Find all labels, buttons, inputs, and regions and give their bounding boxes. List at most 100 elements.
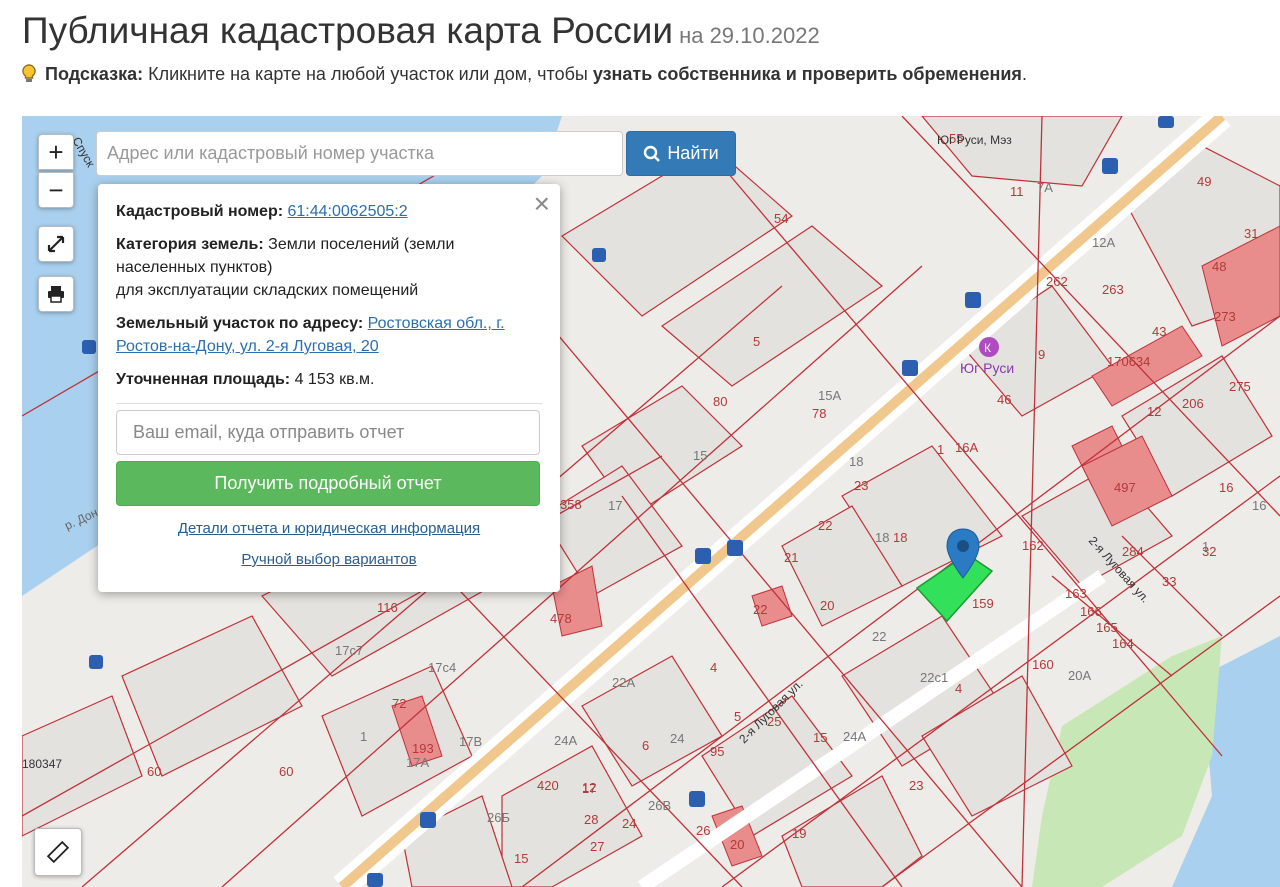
svg-text:19: 19 [792,826,806,841]
address-label: Земельный участок по адресу: [116,315,364,332]
svg-text:497: 497 [1114,480,1136,495]
svg-text:20: 20 [730,837,744,852]
svg-text:4: 4 [955,681,962,696]
svg-text:17A: 17A [406,755,429,770]
svg-text:24A: 24A [843,729,866,744]
page-date: на 29.10.2022 [679,23,820,48]
svg-text:1: 1 [1202,539,1209,554]
svg-text:18: 18 [849,454,863,469]
manual-selection-link[interactable]: Ручной выбор вариантов [241,551,416,568]
svg-text:22: 22 [753,602,767,617]
cadastral-number-row: Кадастровый номер: 61:44:0062505:2 [116,200,542,223]
svg-text:358: 358 [560,497,582,512]
svg-text:1: 1 [360,729,367,744]
search-input[interactable] [96,131,623,176]
lightbulb-icon [22,64,36,82]
svg-text:17c4: 17c4 [428,660,456,675]
hint-label: Подсказка: [45,64,144,84]
svg-text:23: 23 [854,478,868,493]
svg-text:15: 15 [514,851,528,866]
svg-text:262: 262 [1046,274,1068,289]
svg-text:284: 284 [1122,544,1144,559]
svg-text:18: 18 [893,530,907,545]
svg-text:46: 46 [997,392,1011,407]
search-button-label: Найти [667,143,719,163]
print-button[interactable] [38,276,74,312]
svg-text:263: 263 [1102,282,1124,297]
svg-text:16: 16 [1219,480,1233,495]
search-icon [644,145,661,162]
close-icon[interactable]: × [534,188,550,220]
svg-text:22c1: 22c1 [920,670,948,685]
map-label-area: 180347 [22,757,62,771]
hint-end: . [1021,64,1027,84]
address-row: Земельный участок по адресу: Ростовская … [116,312,542,358]
svg-text:60: 60 [279,764,293,779]
svg-text:24: 24 [670,731,684,746]
area-label: Уточненная площадь: [116,371,291,388]
svg-text:166: 166 [1080,604,1102,619]
svg-text:16A: 16A [955,440,978,455]
hint-text: Кликните на карте на любой участок или д… [143,64,593,84]
svg-text:48: 48 [1212,259,1226,274]
land-use-value: для эксплуатации складских помещений [116,282,419,299]
svg-text:43: 43 [1152,324,1166,339]
svg-text:206: 206 [1182,396,1204,411]
svg-text:7A: 7A [1037,180,1053,195]
svg-text:80: 80 [713,394,727,409]
svg-text:31: 31 [1244,226,1258,241]
ruler-button[interactable] [34,828,82,876]
email-field[interactable] [116,410,540,455]
svg-text:4: 4 [710,660,717,675]
svg-text:6: 6 [642,738,649,753]
report-details-link[interactable]: Детали отчета и юридическая информация [178,520,480,537]
svg-text:164: 164 [1112,636,1134,651]
svg-text:159: 159 [972,596,994,611]
search-button[interactable]: Найти [626,131,736,176]
map-label-poi2: Юг Руси, Мэз [937,133,1012,147]
map-pin-icon[interactable] [945,528,981,580]
ruler-icon [46,840,70,864]
svg-text:5: 5 [734,709,741,724]
cadastral-number-link[interactable]: 61:44:0062505:2 [288,203,408,220]
svg-text:27: 27 [590,839,604,854]
zoom-in-button[interactable]: + [38,134,74,170]
fullscreen-button[interactable] [38,226,74,262]
svg-text:11: 11 [1010,184,1024,199]
svg-text:24: 24 [622,816,636,831]
zoom-out-button[interactable]: − [38,172,74,208]
svg-text:273: 273 [1214,309,1236,324]
area-row: Уточненная площадь: 4 153 кв.м. [116,368,542,391]
cadastral-map[interactable]: 54 49 31 48 263 262 273 275 170634 43 46 9 206 12… [22,116,1280,887]
svg-text:160: 160 [1032,657,1054,672]
divider [116,403,542,404]
area-value: 4 153 кв.м. [294,371,375,388]
svg-text:20A: 20A [1068,668,1091,683]
hint: Подсказка: Кликните на карте на любой уч… [22,64,1027,85]
page-title: Публичная кадастровая карта России на 29.… [22,10,820,52]
svg-text:12: 12 [1147,404,1161,419]
svg-text:275: 275 [1229,379,1251,394]
svg-text:15: 15 [813,730,827,745]
svg-text:5: 5 [753,334,760,349]
svg-text:478: 478 [550,611,572,626]
expand-icon [47,235,65,253]
svg-text:193: 193 [412,741,434,756]
svg-text:116: 116 [377,600,398,615]
poi-marker-icon[interactable]: К [979,337,999,357]
svg-text:95: 95 [710,744,724,759]
svg-text:60: 60 [147,764,161,779]
svg-text:12A: 12A [1092,235,1115,250]
svg-text:28: 28 [584,812,598,827]
svg-text:1: 1 [937,442,944,457]
svg-text:420: 420 [537,778,559,793]
svg-text:54: 54 [774,211,788,226]
svg-text:9: 9 [1038,347,1045,362]
svg-text:26: 26 [696,823,710,838]
land-category-row: Категория земель: Земли поселений (земли… [116,233,542,302]
svg-text:26Б: 26Б [487,810,510,825]
svg-text:12: 12 [582,780,596,795]
get-report-button[interactable]: Получить подробный отчет [116,461,540,506]
print-icon [48,286,64,303]
svg-text:17B: 17B [459,734,482,749]
